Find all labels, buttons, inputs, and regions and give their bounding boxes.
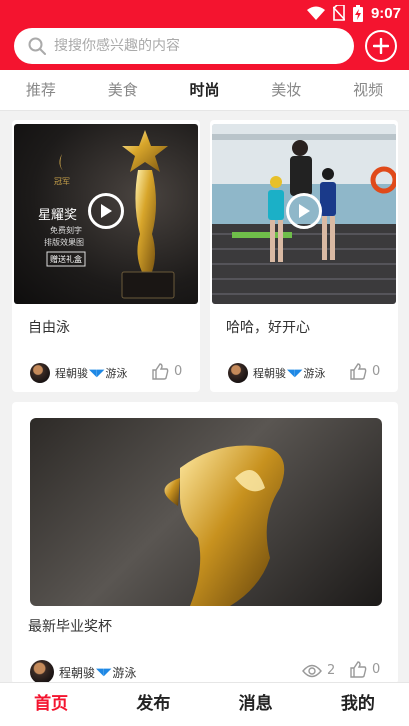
card-author[interactable]: 程朝骏 ◥◤ 游泳 bbox=[30, 660, 136, 684]
top-header: 9:07 bbox=[0, 0, 409, 70]
search-bar[interactable] bbox=[14, 28, 354, 64]
nav-home[interactable]: 首页 bbox=[0, 683, 102, 726]
eye-icon bbox=[302, 664, 322, 677]
search-icon bbox=[28, 37, 46, 55]
video-thumbnail[interactable]: 冠军 星耀奖 免费刻字 排版效果图 赠送礼盒 bbox=[14, 124, 198, 304]
card-title: 最新毕业奖杯 bbox=[28, 619, 112, 635]
fish-icon: ◥◤ bbox=[96, 666, 112, 678]
nav-messages[interactable]: 消息 bbox=[205, 683, 307, 726]
card-author[interactable]: 程朝骏 ◥◤ 游泳 bbox=[30, 363, 127, 383]
tab-recommend[interactable]: 推荐 bbox=[0, 70, 82, 110]
post-image[interactable] bbox=[30, 418, 382, 606]
feed-card[interactable]: 最新毕业奖杯 程朝骏 ◥◤ 游泳 2 0 bbox=[12, 402, 398, 684]
thumb-gift-text: 赠送礼盒 bbox=[50, 255, 82, 264]
play-icon bbox=[299, 204, 310, 218]
thumb-line1-text: 免费刻字 bbox=[50, 226, 82, 235]
video-thumbnail[interactable] bbox=[212, 124, 396, 304]
avatar bbox=[30, 660, 54, 684]
plus-icon bbox=[373, 38, 389, 54]
tab-makeup[interactable]: 美妆 bbox=[245, 70, 327, 110]
like-stat[interactable]: 0 bbox=[152, 363, 182, 380]
battery-charging-icon bbox=[352, 4, 363, 22]
like-count: 0 bbox=[372, 364, 381, 379]
fish-icon: ◥◤ bbox=[89, 367, 105, 379]
no-sim-icon bbox=[332, 5, 345, 21]
tab-fashion[interactable]: 时尚 bbox=[164, 70, 246, 110]
status-bar: 9:07 bbox=[306, 4, 401, 22]
bottom-nav: 首页 发布 消息 我的 bbox=[0, 682, 409, 726]
tab-food[interactable]: 美食 bbox=[82, 70, 164, 110]
trophy-image bbox=[164, 445, 285, 606]
thumbs-up-icon bbox=[350, 363, 367, 380]
fish-icon: ◥◤ bbox=[287, 367, 303, 379]
status-time: 9:07 bbox=[370, 4, 401, 22]
author-suffix: 游泳 bbox=[105, 367, 128, 380]
nav-publish[interactable]: 发布 bbox=[102, 683, 204, 726]
nav-profile[interactable]: 我的 bbox=[307, 683, 409, 726]
category-tabs: 推荐 美食 时尚 美妆 视频 bbox=[0, 70, 409, 111]
tab-video[interactable]: 视频 bbox=[327, 70, 409, 110]
like-count: 0 bbox=[174, 364, 183, 379]
card-author[interactable]: 程朝骏 ◥◤ 游泳 bbox=[228, 363, 325, 383]
thumb-badge-text: 星耀奖 bbox=[38, 208, 78, 223]
author-name: 程朝骏 bbox=[55, 367, 88, 380]
like-stat[interactable]: 0 bbox=[350, 661, 380, 678]
thumbs-up-icon bbox=[350, 661, 367, 678]
play-icon bbox=[101, 204, 112, 218]
author-name: 程朝骏 bbox=[253, 367, 286, 380]
add-button[interactable] bbox=[365, 30, 397, 62]
feed-card[interactable]: 冠军 星耀奖 免费刻字 排版效果图 赠送礼盒 自由泳 程朝骏 ◥◤ 游泳 0 bbox=[12, 120, 200, 392]
feed-card[interactable]: 哈哈，好开心 程朝骏 ◥◤ 游泳 0 bbox=[210, 120, 398, 392]
author-suffix: 游泳 bbox=[303, 367, 326, 380]
like-count: 0 bbox=[372, 662, 381, 677]
card-title: 哈哈，好开心 bbox=[226, 320, 310, 336]
author-name: 程朝骏 bbox=[59, 665, 96, 680]
avatar bbox=[30, 363, 50, 383]
play-button[interactable] bbox=[286, 193, 322, 229]
thumb-brand-text: 冠军 bbox=[54, 177, 70, 186]
view-count: 2 bbox=[327, 663, 336, 678]
author-suffix: 游泳 bbox=[112, 665, 137, 680]
thumbs-up-icon bbox=[152, 363, 169, 380]
view-stat: 2 bbox=[302, 663, 335, 678]
thumb-line2-text: 排版效果图 bbox=[44, 238, 84, 247]
wifi-icon bbox=[306, 6, 325, 20]
like-stat[interactable]: 0 bbox=[350, 363, 380, 380]
card-title: 自由泳 bbox=[28, 320, 70, 336]
play-button[interactable] bbox=[88, 193, 124, 229]
avatar bbox=[228, 363, 248, 383]
search-input[interactable] bbox=[54, 38, 334, 54]
